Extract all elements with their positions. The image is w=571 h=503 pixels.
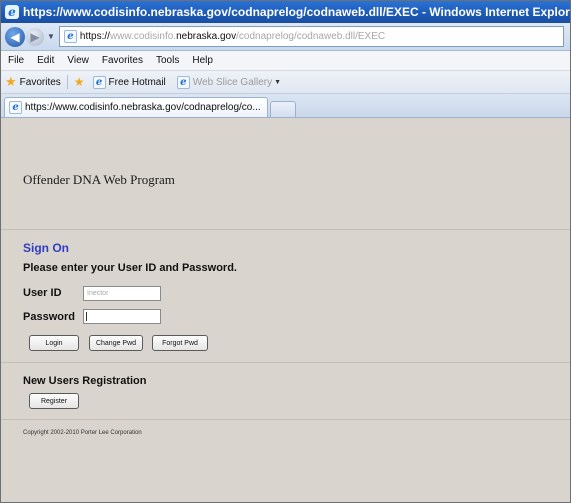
url-scheme: https:// <box>79 31 110 42</box>
page-title: Offender DNA Web Program <box>23 172 175 187</box>
user-id-label: User ID <box>23 287 62 299</box>
window-title: https://www.codisinfo.nebraska.gov/codna… <box>23 5 570 19</box>
sign-on-heading: Sign On <box>23 241 69 255</box>
text-cursor <box>86 312 87 321</box>
change-pwd-button[interactable]: Change Pwd <box>89 335 143 351</box>
forgot-pwd-button[interactable]: Forgot Pwd <box>152 335 208 351</box>
login-button[interactable]: Login <box>29 335 79 351</box>
tab-page-icon: e <box>9 101 22 114</box>
register-button[interactable]: Register <box>29 393 79 409</box>
internet-explorer-icon: e <box>5 5 19 19</box>
page-icon: e <box>63 30 77 43</box>
tab-bar: e https://www.codisinfo.nebraska.gov/cod… <box>1 94 570 118</box>
favorite-free-hotmail-label: Free Hotmail <box>108 76 166 88</box>
add-to-favorites-icon[interactable]: ★ <box>74 75 85 89</box>
favorite-web-slice-gallery[interactable]: e Web Slice Gallery ▼ <box>173 75 282 89</box>
menu-view[interactable]: View <box>67 55 89 66</box>
favorites-button[interactable]: Favorites <box>20 77 61 88</box>
password-input[interactable] <box>83 309 161 324</box>
section-divider <box>1 362 570 363</box>
new-users-heading: New Users Registration <box>23 375 147 387</box>
url-prefix: www.codisinfo. <box>109 31 177 42</box>
back-button[interactable]: ◀ <box>5 26 25 47</box>
url-host: nebraska.gov <box>176 31 237 42</box>
menu-help[interactable]: Help <box>192 55 213 66</box>
footer-divider <box>1 419 570 420</box>
page-header <box>1 147 570 230</box>
favorite-web-slice-gallery-label: Web Slice Gallery <box>192 76 273 88</box>
favorites-star-icon[interactable]: ★ <box>5 74 17 90</box>
tab-active-label: https://www.codisinfo.nebraska.gov/codna… <box>25 102 261 113</box>
forward-button[interactable]: ▶ <box>26 27 44 46</box>
tab-active[interactable]: e https://www.codisinfo.nebraska.gov/cod… <box>4 97 268 117</box>
history-dropdown-icon[interactable]: ▼ <box>47 32 55 41</box>
web-slice-page-icon: e <box>176 75 190 89</box>
favorites-separator <box>66 75 68 89</box>
free-hotmail-page-icon: e <box>92 75 106 89</box>
browser-window: e https://www.codisinfo.nebraska.gov/cod… <box>0 0 571 503</box>
new-tab-button[interactable] <box>270 101 296 117</box>
favorites-bar: ★ Favorites ★ e Free Hotmail e Web Slice… <box>1 71 570 94</box>
menu-file[interactable]: File <box>8 55 24 66</box>
chevron-down-icon: ▼ <box>274 78 282 86</box>
user-id-input[interactable]: Inector <box>83 286 161 301</box>
url-input[interactable]: e https:// www.codisinfo. nebraska.gov /… <box>58 26 564 47</box>
menu-tools[interactable]: Tools <box>156 55 179 66</box>
password-label: Password <box>23 311 75 323</box>
page-content: Offender DNA Web Program Sign On Please … <box>1 147 570 502</box>
title-bar: e https://www.codisinfo.nebraska.gov/cod… <box>1 1 570 23</box>
copyright-text: Copyright 2002-2010 Porter Lee Corporati… <box>23 430 142 436</box>
address-bar: ◀ ▶ ▼ e https:// www.codisinfo. nebraska… <box>1 23 570 51</box>
menu-edit[interactable]: Edit <box>37 55 54 66</box>
menu-bar: File Edit View Favorites Tools Help <box>1 51 570 71</box>
menu-favorites[interactable]: Favorites <box>102 55 143 66</box>
url-path: /codnaprelog/codnaweb.dll/EXEC <box>236 31 386 42</box>
sign-on-instructions: Please enter your User ID and Password. <box>23 262 237 274</box>
favorite-free-hotmail[interactable]: e Free Hotmail <box>89 75 166 89</box>
